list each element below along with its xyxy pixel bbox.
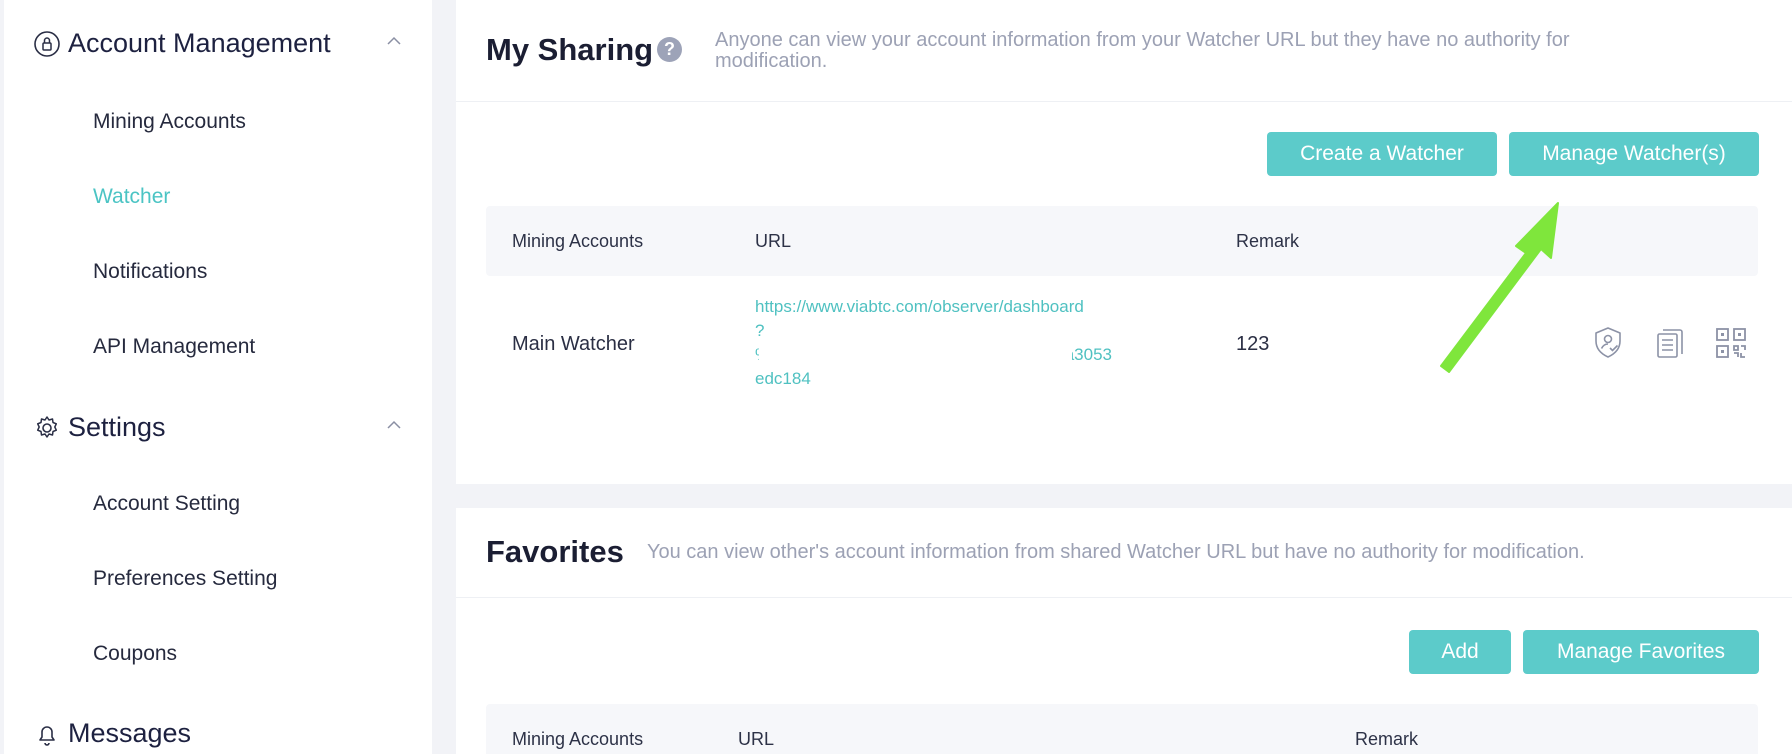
column-header-url: URL <box>755 231 792 251</box>
nav-group-label: Settings <box>68 412 166 442</box>
url-line[interactable]: a3053 <box>1072 345 1112 365</box>
favorites-card: Favorites You can view other's account i… <box>456 508 1792 754</box>
create-watcher-button[interactable]: Create a Watcher <box>1267 132 1497 176</box>
favorites-title: Favorites <box>486 534 624 569</box>
my-sharing-description: Anyone can view your account information… <box>715 30 1765 72</box>
nav-group-messages[interactable]: Messages <box>32 718 191 749</box>
manage-favorites-button[interactable]: Manage Favorites <box>1523 630 1759 674</box>
copy-document-icon[interactable] <box>1652 325 1688 361</box>
bell-icon <box>32 719 62 749</box>
column-header-remark: Remark <box>1355 729 1419 749</box>
watcher-remark: 123 <box>1236 333 1270 355</box>
nav-group-label: Account Management <box>68 28 331 58</box>
url-line[interactable]: ? <box>755 321 764 341</box>
table-header: Mining Accounts URL Remark <box>486 704 1758 754</box>
favorites-description: You can view other's account information… <box>647 541 1585 563</box>
favorites-header: Favorites You can view other's account i… <box>456 508 1792 598</box>
my-sharing-title: My Sharing <box>486 32 654 67</box>
column-header-remark: Remark <box>1236 231 1300 251</box>
sidebar-item-api-management[interactable]: API Management <box>93 335 255 359</box>
chevron-up-icon[interactable] <box>384 31 404 51</box>
watcher-account-name: Main Watcher <box>512 333 635 355</box>
table-header: Mining Accounts URL Remark <box>486 206 1758 276</box>
my-sharing-card: My Sharing ? Anyone can view your accoun… <box>456 0 1792 484</box>
nav-group-label: Messages <box>68 718 192 748</box>
description-line: modification. <box>715 50 828 72</box>
nav-group-account-management[interactable]: Account Management <box>32 28 331 59</box>
sidebar-item-preferences-setting[interactable]: Preferences Setting <box>93 567 277 591</box>
lock-circle-icon <box>32 29 62 59</box>
help-icon[interactable]: ? <box>657 37 682 62</box>
sidebar-item-notifications[interactable]: Notifications <box>93 260 207 284</box>
my-sharing-header: My Sharing ? Anyone can view your accoun… <box>456 0 1792 102</box>
sidebar-item-watcher[interactable]: Watcher <box>93 185 170 209</box>
qr-code-icon[interactable] <box>1713 325 1749 361</box>
add-favorite-button[interactable]: Add <box>1409 630 1511 674</box>
sidebar: Account Management Mining Accounts Watch… <box>4 0 432 754</box>
column-header-mining-accounts: Mining Accounts <box>512 729 644 749</box>
url-line[interactable]: https://www.viabtc.com/observer/dashboar… <box>755 297 1084 317</box>
url-line[interactable]: edc184 <box>755 369 811 389</box>
description-line: Anyone can view your account information… <box>715 29 1570 51</box>
shield-user-icon[interactable] <box>1590 325 1626 361</box>
column-header-url: URL <box>738 729 775 749</box>
gear-icon <box>32 413 62 443</box>
chevron-up-icon[interactable] <box>384 415 404 435</box>
sidebar-item-account-setting[interactable]: Account Setting <box>93 492 240 516</box>
url-line[interactable]: % <box>755 345 759 365</box>
nav-group-settings[interactable]: Settings <box>32 412 166 443</box>
manage-watchers-button[interactable]: Manage Watcher(s) <box>1509 132 1759 176</box>
sidebar-item-coupons[interactable]: Coupons <box>93 642 177 666</box>
sidebar-item-mining-accounts[interactable]: Mining Accounts <box>93 110 246 134</box>
column-header-mining-accounts: Mining Accounts <box>512 231 644 251</box>
